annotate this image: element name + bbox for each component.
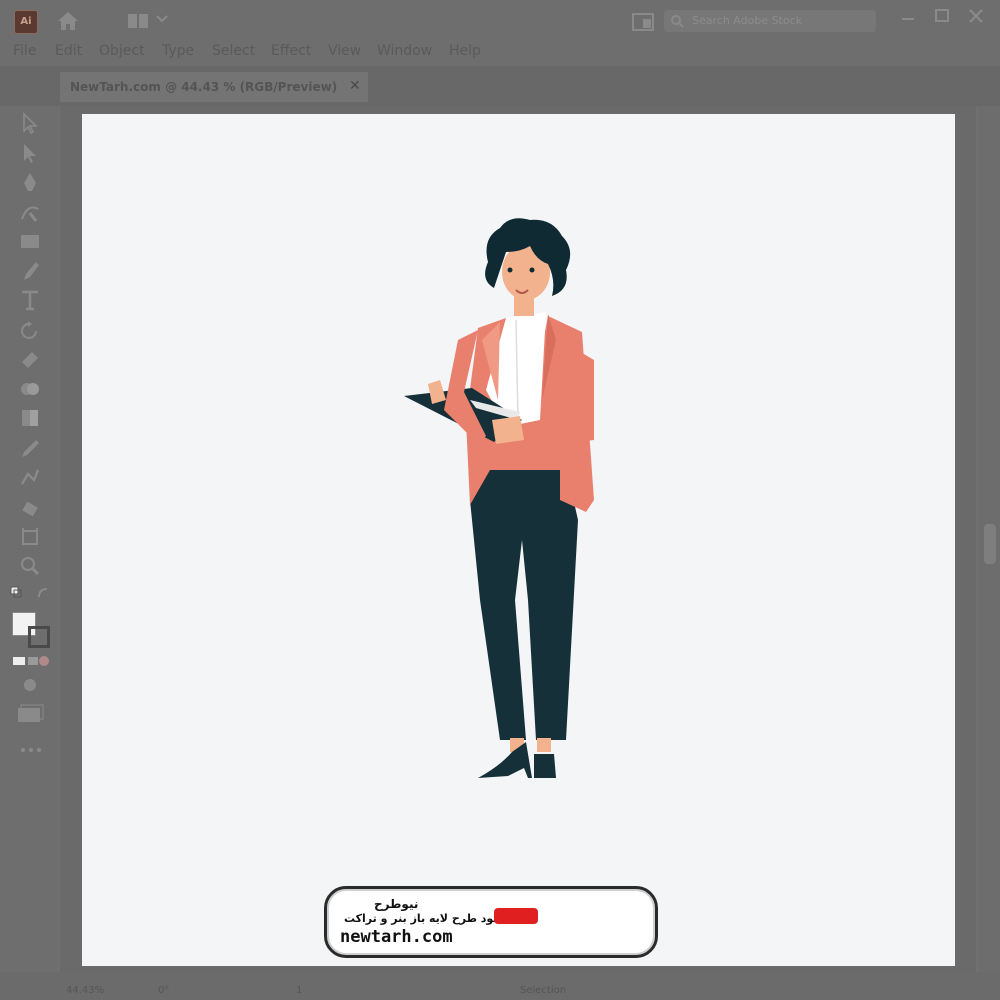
gradient-tool-icon[interactable] <box>18 407 42 429</box>
chevron-down-icon[interactable] <box>156 14 168 24</box>
current-tool-status: Selection <box>520 985 567 996</box>
pen-tool-icon[interactable] <box>18 171 42 193</box>
menu-type[interactable]: Type <box>162 43 194 59</box>
eyedropper-tool-icon[interactable] <box>18 437 42 459</box>
svg-text:نیوطرح: نیوطرح <box>644 896 646 942</box>
screen-mode-icon[interactable] <box>16 704 44 724</box>
swap-colors-icon[interactable] <box>36 586 50 600</box>
right-ankle <box>537 738 551 752</box>
rotate-tool-icon[interactable] <box>18 319 42 341</box>
right-hand <box>492 416 524 444</box>
document-tab-title: NewTarh.com @ 44.43 % (RGB/Preview) <box>70 80 338 94</box>
color-mode-icons[interactable] <box>12 654 50 668</box>
app-logo: Ai <box>14 10 38 34</box>
more-tools-icon[interactable] <box>20 746 42 754</box>
zoom-level[interactable]: 44.43% <box>66 985 104 996</box>
menu-window[interactable]: Window <box>377 43 432 59</box>
document-tab[interactable]: NewTarh.com @ 44.43 % (RGB/Preview) ✕ <box>60 72 368 102</box>
shape-builder-tool-icon[interactable] <box>18 378 42 400</box>
menu-file[interactable]: File <box>13 43 36 59</box>
workspace-switcher-icon[interactable] <box>127 13 149 29</box>
businesswoman-illustration <box>404 218 594 778</box>
curvature-tool-icon[interactable] <box>18 201 42 223</box>
type-tool-icon[interactable] <box>18 289 42 311</box>
menu-effect[interactable]: Effect <box>271 43 311 59</box>
search-input[interactable]: Search Adobe Stock <box>664 10 876 32</box>
blend-tool-icon[interactable] <box>18 466 42 488</box>
artboard-tool-icon[interactable] <box>18 525 42 547</box>
watermark-title: نیوطرح <box>374 897 419 911</box>
rectangle-tool-icon[interactable] <box>18 230 42 252</box>
menu-bar <box>0 40 1000 66</box>
default-colors-icon[interactable] <box>10 586 22 598</box>
menu-select[interactable]: Select <box>212 43 255 59</box>
watermark-logo: نیوطرح <box>494 896 646 942</box>
search-placeholder: Search Adobe Stock <box>692 14 803 27</box>
drawing-mode-icon[interactable] <box>20 676 40 694</box>
stroke-swatch[interactable] <box>28 626 50 648</box>
menu-view[interactable]: View <box>328 43 361 59</box>
maximize-icon[interactable] <box>930 6 954 26</box>
search-icon <box>671 15 684 28</box>
menu-help[interactable]: Help <box>449 43 481 59</box>
close-window-icon[interactable] <box>964 6 988 26</box>
direct-selection-tool-icon[interactable] <box>18 142 42 164</box>
zoom-tool-icon[interactable] <box>18 555 42 577</box>
symbol-sprayer-tool-icon[interactable] <box>18 496 42 518</box>
home-icon[interactable] <box>55 10 81 32</box>
paintbrush-tool-icon[interactable] <box>18 260 42 282</box>
left-shoe <box>478 742 532 778</box>
menu-edit[interactable]: Edit <box>55 43 82 59</box>
right-shoe <box>534 754 556 778</box>
minimize-icon[interactable] <box>896 6 920 26</box>
watermark-url: newtarh.com <box>340 927 453 947</box>
close-tab-icon[interactable]: ✕ <box>349 78 361 94</box>
eraser-tool-icon[interactable] <box>18 348 42 370</box>
scroll-thumb[interactable] <box>984 524 996 564</box>
menu-object[interactable]: Object <box>99 43 145 59</box>
selection-tool-icon[interactable] <box>18 112 42 135</box>
status-bar <box>0 972 1000 1000</box>
artboard-number[interactable]: 1 <box>296 985 302 996</box>
rotation-value[interactable]: 0° <box>158 985 169 996</box>
arrange-documents-icon[interactable] <box>632 13 654 31</box>
